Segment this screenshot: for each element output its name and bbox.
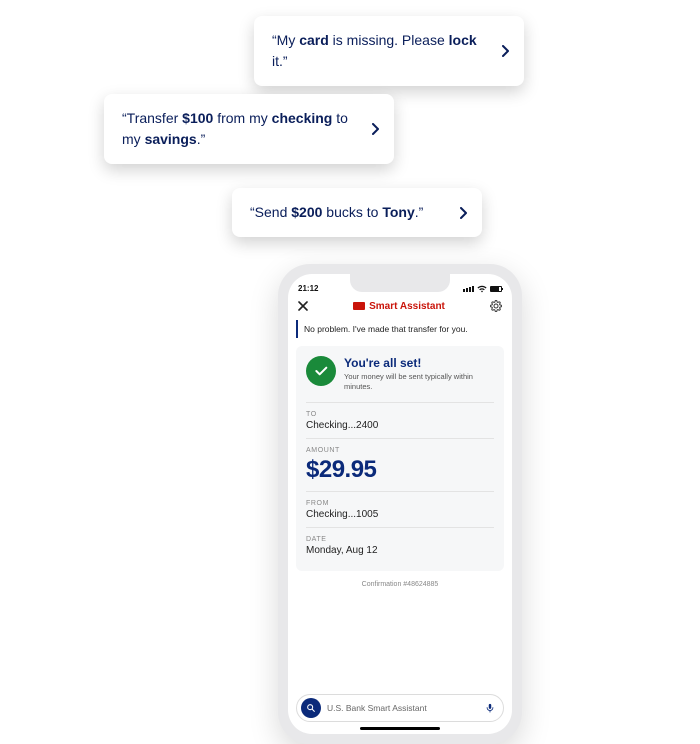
date-value: Monday, Aug 12 <box>306 545 494 556</box>
app-title: Smart Assistant <box>353 301 445 312</box>
row-amount: AMOUNT $29.95 <box>306 438 494 491</box>
row-to: TO Checking...2400 <box>306 402 494 438</box>
checkmark-icon <box>306 356 336 386</box>
confirmation-number: Confirmation #48624885 <box>296 581 504 588</box>
home-indicator <box>360 727 440 730</box>
assistant-input[interactable]: U.S. Bank Smart Assistant <box>296 694 504 722</box>
signal-icon <box>463 286 474 292</box>
chevron-right-icon <box>372 123 380 135</box>
amount-value: $29.95 <box>306 456 494 484</box>
row-date: DATE Monday, Aug 12 <box>306 527 494 563</box>
from-value: Checking...1005 <box>306 509 494 520</box>
from-label: FROM <box>306 500 494 507</box>
app-header: Smart Assistant <box>288 294 512 318</box>
status-time: 21:12 <box>298 284 318 293</box>
battery-icon <box>490 286 502 292</box>
date-label: DATE <box>306 536 494 543</box>
phone-frame: 21:12 Smart Assistant No problem. I've m… <box>278 264 522 744</box>
assistant-message: No problem. I've made that transfer for … <box>296 320 504 338</box>
chevron-right-icon <box>460 207 468 219</box>
command-bubble-transfer[interactable]: “Transfer $100 from my checking to my sa… <box>104 94 394 164</box>
amount-label: AMOUNT <box>306 447 494 454</box>
chat-content: No problem. I've made that transfer for … <box>288 318 512 688</box>
to-value: Checking...2400 <box>306 420 494 431</box>
chevron-right-icon <box>502 45 510 57</box>
search-icon[interactable] <box>301 698 321 718</box>
brand-flag-icon <box>353 302 365 310</box>
command-bubble-send-money[interactable]: “Send $200 bucks to Tony.” <box>232 188 482 237</box>
card-title: You're all set! <box>344 356 474 370</box>
command-bubble-lock-card[interactable]: “My card is missing. Please lock it.” <box>254 16 524 86</box>
microphone-icon[interactable] <box>485 702 495 714</box>
status-bar: 21:12 <box>288 274 512 294</box>
row-from: FROM Checking...1005 <box>306 491 494 527</box>
bubble-text: “Transfer $100 from my checking to my sa… <box>122 110 348 147</box>
settings-icon[interactable] <box>490 300 502 312</box>
phone-screen: 21:12 Smart Assistant No problem. I've m… <box>288 274 512 734</box>
bubble-text: “My card is missing. Please lock it.” <box>272 32 477 69</box>
input-placeholder: U.S. Bank Smart Assistant <box>327 703 479 713</box>
close-icon[interactable] <box>298 301 308 311</box>
card-subtitle: Your money will be sent typically within… <box>344 372 474 392</box>
wifi-icon <box>477 285 487 293</box>
bubble-text: “Send $200 bucks to Tony.” <box>250 204 423 220</box>
to-label: TO <box>306 411 494 418</box>
status-icons <box>463 285 502 293</box>
confirmation-card: You're all set! Your money will be sent … <box>296 346 504 571</box>
